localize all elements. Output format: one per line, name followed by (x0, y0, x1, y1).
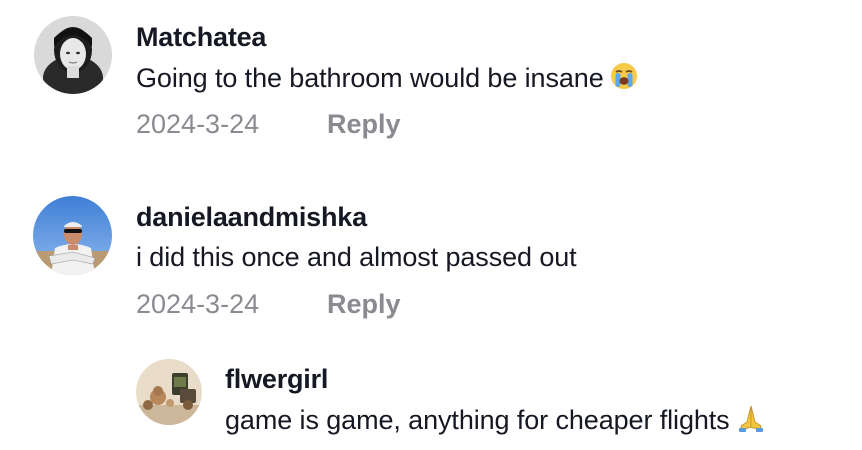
folded-hands-icon (736, 404, 766, 439)
avatar[interactable] (34, 16, 112, 94)
comment-text: i did this once and almost passed out (136, 242, 577, 273)
comment-username[interactable]: Matchatea (136, 22, 266, 53)
comment-item: danielaandmishka i did this once and alm… (0, 180, 862, 350)
reply-button[interactable]: Reply (327, 289, 401, 320)
comment-date: 2024-3-24 (136, 289, 260, 319)
comment-item: Matchatea Going to the bathroom would be… (0, 0, 862, 170)
user-avatar-image (34, 16, 112, 94)
comment-text-content: i did this once and almost passed out (136, 242, 577, 272)
reply-username[interactable]: flwergirl (225, 364, 328, 395)
user-avatar-image (136, 359, 202, 425)
reply-item: flwergirl game is game, anything for che… (0, 356, 862, 450)
reply-button[interactable]: Reply (327, 109, 401, 140)
comment-username[interactable]: danielaandmishka (136, 202, 367, 233)
avatar[interactable] (33, 196, 112, 275)
comment-text: Going to the bathroom would be insane (136, 62, 638, 97)
reply-text: game is game, anything for cheaper fligh… (225, 404, 766, 439)
reply-text-content: game is game, anything for cheaper fligh… (225, 405, 730, 435)
user-avatar-image (33, 196, 112, 275)
avatar[interactable] (136, 359, 202, 425)
comment-text-content: Going to the bathroom would be insane (136, 63, 604, 93)
comment-date: 2024-3-24 (136, 109, 260, 139)
loudly-crying-face-icon (610, 62, 638, 97)
